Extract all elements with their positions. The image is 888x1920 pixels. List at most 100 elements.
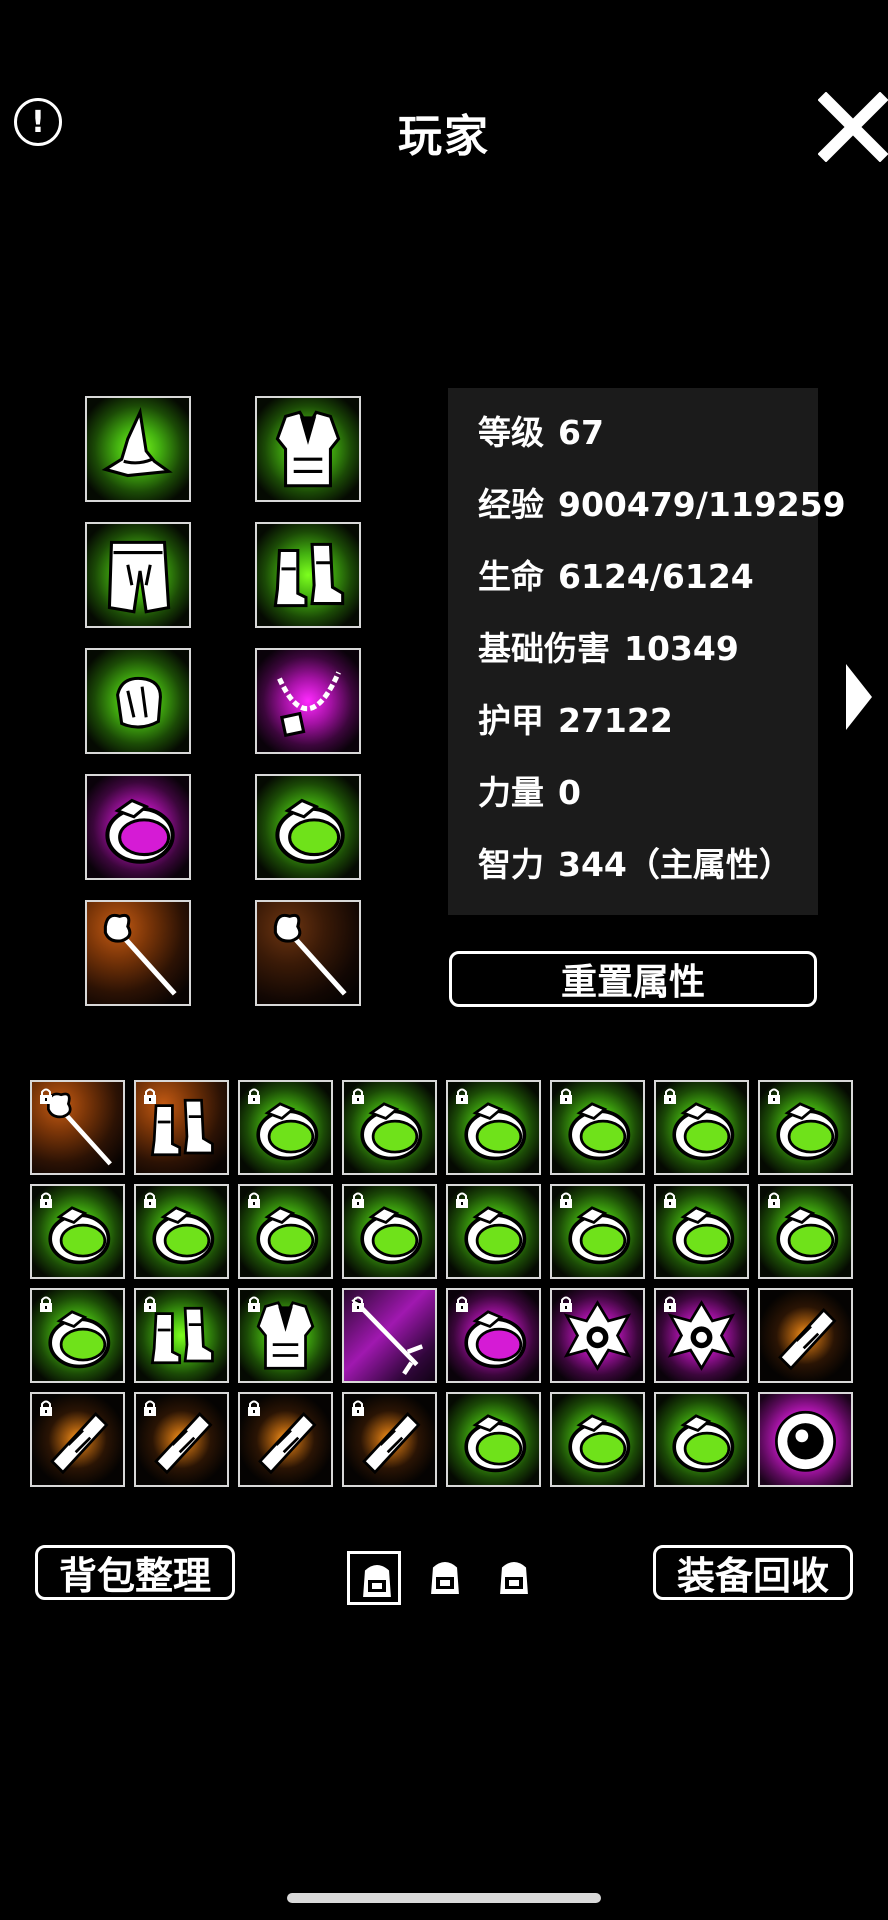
- lock-icon: [142, 1399, 158, 1417]
- stat-label: 力量: [478, 773, 544, 812]
- close-button[interactable]: [817, 91, 888, 163]
- stat-row: 等级 67: [478, 406, 604, 454]
- inventory-slot[interactable]: [446, 1392, 541, 1487]
- inventory-slot[interactable]: [238, 1288, 333, 1383]
- inventory-slot[interactable]: [30, 1392, 125, 1487]
- inventory-slot[interactable]: [758, 1184, 853, 1279]
- equip-slot-robe[interactable]: [255, 396, 361, 502]
- inventory-slot[interactable]: [758, 1288, 853, 1383]
- inventory-slot[interactable]: [758, 1392, 853, 1487]
- equip-slot-ring[interactable]: [85, 774, 191, 880]
- inventory-slot[interactable]: [134, 1184, 229, 1279]
- close-icon: [817, 91, 888, 163]
- lock-icon: [454, 1087, 470, 1105]
- page-title: 玩家: [398, 111, 490, 162]
- inventory-slot[interactable]: [342, 1392, 437, 1487]
- arrow-right-icon: [846, 664, 872, 730]
- equip-slot-pants[interactable]: [85, 522, 191, 628]
- lock-icon: [662, 1295, 678, 1313]
- inventory-slot[interactable]: [238, 1184, 333, 1279]
- lock-icon: [142, 1087, 158, 1105]
- lock-icon: [350, 1399, 366, 1417]
- stat-value: 10349: [624, 629, 739, 668]
- inventory-slot[interactable]: [342, 1184, 437, 1279]
- stat-label: 等级: [478, 413, 544, 452]
- inventory-slot[interactable]: [654, 1080, 749, 1175]
- stat-label: 生命: [478, 557, 544, 596]
- lock-icon: [38, 1191, 54, 1209]
- lock-icon: [246, 1087, 262, 1105]
- stat-value: 6124/6124: [558, 557, 754, 596]
- inventory-slot[interactable]: [550, 1080, 645, 1175]
- equip-slot-wizard-hat[interactable]: [85, 396, 191, 502]
- inventory-slot[interactable]: [30, 1184, 125, 1279]
- stat-row: 生命 6124/6124: [478, 550, 754, 598]
- inventory-slot[interactable]: [446, 1184, 541, 1279]
- lock-icon: [38, 1295, 54, 1313]
- lock-icon: [662, 1087, 678, 1105]
- equip-slot-gloves[interactable]: [85, 648, 191, 754]
- backpack-icon: [350, 1554, 398, 1612]
- inventory-slot[interactable]: [550, 1288, 645, 1383]
- equip-slot-staff[interactable]: [255, 900, 361, 1006]
- stat-value: 0: [558, 773, 581, 812]
- lock-icon: [350, 1191, 366, 1209]
- stat-label: 经验: [478, 485, 544, 524]
- inventory-slot[interactable]: [654, 1184, 749, 1279]
- equip-slot-necklace[interactable]: [255, 648, 361, 754]
- stat-value: 900479/119259: [558, 485, 846, 524]
- inventory-slot[interactable]: [758, 1080, 853, 1175]
- inventory-slot[interactable]: [134, 1392, 229, 1487]
- lock-icon: [246, 1191, 262, 1209]
- lock-icon: [246, 1399, 262, 1417]
- lock-icon: [766, 1191, 782, 1209]
- inventory-slot[interactable]: [342, 1080, 437, 1175]
- bag-page-3[interactable]: [487, 1551, 541, 1605]
- lock-icon: [662, 1191, 678, 1209]
- inventory-slot[interactable]: [238, 1392, 333, 1487]
- stat-row: 基础伤害 10349: [478, 622, 739, 670]
- stat-label: 护甲: [478, 701, 544, 740]
- sort-bag-button[interactable]: 背包整理: [35, 1545, 235, 1600]
- stats-panel: 等级 67 经验 900479/119259 生命 6124/6124 基础伤害 10349 护…: [448, 388, 846, 915]
- inventory-slot[interactable]: [550, 1392, 645, 1487]
- inventory-slot[interactable]: [134, 1080, 229, 1175]
- inventory-slot[interactable]: [654, 1288, 749, 1383]
- equip-slot-boots[interactable]: [255, 522, 361, 628]
- backpack-icon: [487, 1551, 541, 1609]
- bag-page-1[interactable]: [347, 1551, 401, 1605]
- inventory-slot[interactable]: [134, 1288, 229, 1383]
- stat-value: 344（主属性）: [558, 845, 792, 884]
- lock-icon: [38, 1399, 54, 1417]
- home-indicator: [287, 1893, 601, 1903]
- equip-slot-staff[interactable]: [85, 900, 191, 1006]
- stat-value: 27122: [558, 701, 673, 740]
- inventory-slot[interactable]: [654, 1392, 749, 1487]
- inventory-slot[interactable]: [30, 1080, 125, 1175]
- inventory-slot[interactable]: [238, 1080, 333, 1175]
- bag-page-2[interactable]: [418, 1551, 472, 1605]
- lock-icon: [350, 1295, 366, 1313]
- inventory-slot[interactable]: [342, 1288, 437, 1383]
- recycle-equipment-button[interactable]: 装备回收: [653, 1545, 853, 1600]
- equip-slot-ring[interactable]: [255, 774, 361, 880]
- stat-label: 智力: [478, 845, 544, 884]
- inventory-slot[interactable]: [550, 1184, 645, 1279]
- lock-icon: [142, 1295, 158, 1313]
- stat-value: 67: [558, 413, 604, 452]
- stat-row: 经验 900479/119259: [478, 478, 846, 526]
- reset-attributes-button[interactable]: 重置属性: [449, 951, 817, 1007]
- lock-icon: [558, 1295, 574, 1313]
- inventory-slot[interactable]: [446, 1080, 541, 1175]
- next-page-arrow[interactable]: [842, 660, 876, 734]
- inventory-slot[interactable]: [446, 1288, 541, 1383]
- lock-icon: [454, 1295, 470, 1313]
- lock-icon: [558, 1087, 574, 1105]
- lock-icon: [246, 1295, 262, 1313]
- backpack-icon: [418, 1551, 472, 1609]
- inventory-slot[interactable]: [30, 1288, 125, 1383]
- lock-icon: [454, 1191, 470, 1209]
- stat-row: 护甲 27122: [478, 694, 673, 742]
- lock-icon: [558, 1191, 574, 1209]
- lock-icon: [38, 1087, 54, 1105]
